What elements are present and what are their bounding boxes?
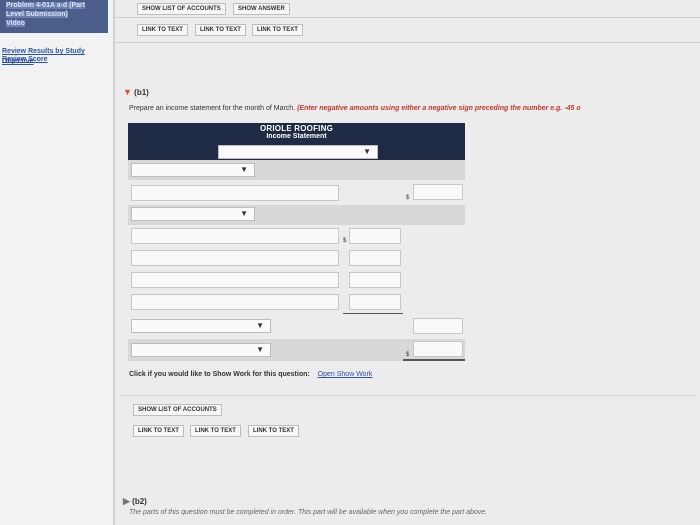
dropdown-arrow-icon: ▼ xyxy=(240,165,248,174)
expense-account-input-2[interactable] xyxy=(131,250,339,266)
expense-amount-input-4[interactable] xyxy=(349,294,401,310)
expense-account-input-4[interactable] xyxy=(131,294,339,310)
statement-title: Income Statement xyxy=(266,133,327,140)
subtotal-rule xyxy=(343,313,403,314)
objective-link[interactable]: Objective xyxy=(2,57,34,66)
expense-account-input-1[interactable] xyxy=(131,228,339,244)
left-sidebar: Problem 4-01A a-d (Part Level Submission… xyxy=(0,0,113,525)
link-to-text-button-2[interactable]: LINK TO TEXT xyxy=(195,24,246,36)
divider xyxy=(115,42,700,43)
main-content: SHOW LIST OF ACCOUNTS SHOW ANSWER LINK T… xyxy=(115,0,700,525)
assignment-title: Problem 4-01A a-d (Part Level Submission… xyxy=(6,2,86,27)
link-to-text-button-6[interactable]: LINK TO TEXT xyxy=(248,425,299,437)
assignment-header[interactable]: Problem 4-01A a-d (Part Level Submission… xyxy=(0,0,108,33)
total-expenses-input[interactable] xyxy=(413,318,463,334)
currency-symbol: $ xyxy=(406,352,410,358)
link-to-text-button-3[interactable]: LINK TO TEXT xyxy=(252,24,303,36)
link-to-text-button-1[interactable]: LINK TO TEXT xyxy=(137,24,188,36)
part-b1-heading[interactable]: ▼ (b1) xyxy=(123,87,149,97)
expense-amount-input-2[interactable] xyxy=(349,250,401,266)
question-prompt: Prepare an income statement for the mont… xyxy=(129,105,581,112)
revenue-select[interactable]: ▼ xyxy=(131,163,255,177)
part-b2-note: The parts of this question must be compl… xyxy=(129,509,488,516)
show-work-row: Click if you would like to Show Work for… xyxy=(129,371,373,378)
dropdown-arrow-icon: ▼ xyxy=(256,345,264,354)
expenses-select[interactable]: ▼ xyxy=(131,207,255,221)
dropdown-arrow-icon: ▼ xyxy=(240,209,248,218)
currency-symbol: $ xyxy=(343,238,347,244)
currency-symbol: $ xyxy=(406,195,410,201)
expand-triangle-icon: ▼ xyxy=(123,87,132,97)
revenue-amount-input[interactable] xyxy=(413,184,463,200)
collapsed-triangle-icon: ▶ xyxy=(123,496,130,506)
show-answer-button[interactable]: SHOW ANSWER xyxy=(233,3,290,15)
company-name: ORIOLE ROOFING xyxy=(259,124,334,133)
show-list-of-accounts-button-bottom[interactable]: SHOW LIST OF ACCOUNTS xyxy=(133,404,222,416)
revenue-account-input[interactable] xyxy=(131,185,339,201)
part-b2-heading[interactable]: ▶ (b2) xyxy=(123,496,147,507)
period-select[interactable]: ▼ xyxy=(218,145,378,159)
link-to-text-button-5[interactable]: LINK TO TEXT xyxy=(190,425,241,437)
divider xyxy=(115,17,700,18)
expense-account-input-3[interactable] xyxy=(131,272,339,288)
dropdown-arrow-icon: ▼ xyxy=(256,321,264,330)
net-income-input[interactable] xyxy=(413,341,463,357)
dropdown-arrow-icon: ▼ xyxy=(363,147,371,156)
expense-amount-input-1[interactable] xyxy=(349,228,401,244)
review-results-link[interactable]: Review Results by Study xyxy=(2,47,85,56)
total-expenses-select[interactable]: ▼ xyxy=(131,319,271,333)
open-show-work-link[interactable]: Open Show Work xyxy=(318,371,373,378)
show-list-of-accounts-button[interactable]: SHOW LIST OF ACCOUNTS xyxy=(137,3,226,15)
link-to-text-button-4[interactable]: LINK TO TEXT xyxy=(133,425,184,437)
net-income-select[interactable]: ▼ xyxy=(131,343,271,357)
double-rule xyxy=(403,359,465,361)
expense-amount-input-3[interactable] xyxy=(349,272,401,288)
